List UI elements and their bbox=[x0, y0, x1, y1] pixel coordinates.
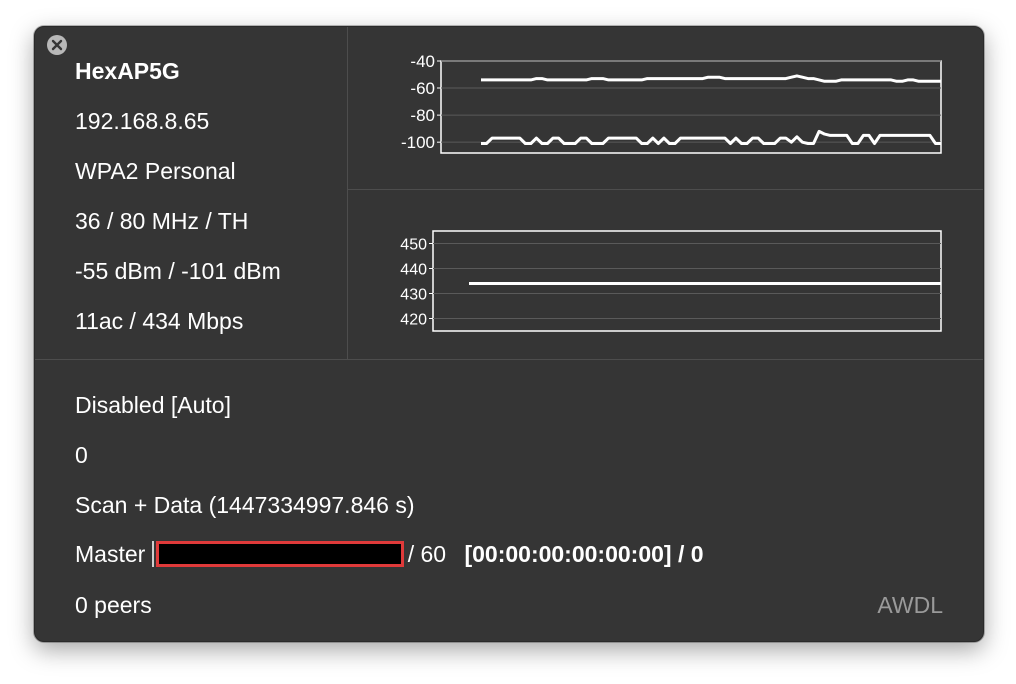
y-tick-label: -40 bbox=[410, 52, 435, 71]
text-cursor bbox=[151, 540, 154, 567]
ip-address: 192.168.8.65 bbox=[75, 108, 210, 134]
y-tick-label: 430 bbox=[400, 287, 427, 304]
signal-noise: -55 dBm / -101 dBm bbox=[75, 258, 281, 284]
y-tick-label: 420 bbox=[400, 312, 427, 329]
y-tick-label: 440 bbox=[400, 262, 427, 279]
awdl-count: 0 bbox=[75, 442, 88, 468]
vertical-divider bbox=[347, 27, 348, 359]
chart-divider bbox=[347, 189, 983, 190]
chart-frame bbox=[432, 230, 942, 332]
awdl-label: AWDL bbox=[877, 592, 943, 618]
wifi-info-panel: HexAP5G 192.168.8.65 WPA2 Personal 36 / … bbox=[34, 26, 984, 642]
mac-info: [00:00:00:00:00:00] / 0 bbox=[464, 541, 704, 567]
y-tick-label: 450 bbox=[400, 237, 427, 254]
peers-count: 0 peers bbox=[75, 592, 152, 618]
awdl-mode: Scan + Data (1447334997.846 s) bbox=[75, 492, 415, 518]
rate-chart: 450 440 430 420 bbox=[375, 217, 955, 332]
awdl-role-line: Master / 60 [00:00:00:00:00:00] / 0 bbox=[75, 540, 704, 569]
phy-rate: 11ac / 434 Mbps bbox=[75, 308, 244, 334]
section-divider bbox=[35, 359, 983, 360]
redacted-field bbox=[155, 540, 404, 567]
y-tick-label: -80 bbox=[410, 106, 435, 125]
signal-chart: -40 -60 -80 -100 bbox=[375, 47, 955, 162]
security-type: WPA2 Personal bbox=[75, 158, 236, 184]
network-ssid: HexAP5G bbox=[75, 58, 180, 84]
close-icon bbox=[51, 39, 63, 51]
role-suffix: / 60 bbox=[407, 541, 447, 567]
y-tick-label: -60 bbox=[410, 79, 435, 98]
channel-info: 36 / 80 MHz / TH bbox=[75, 208, 249, 234]
role-prefix: Master bbox=[75, 541, 146, 567]
close-button[interactable] bbox=[47, 35, 67, 55]
series-line-1 bbox=[481, 74, 941, 83]
y-tick-label: -100 bbox=[401, 133, 435, 152]
awdl-status: Disabled [Auto] bbox=[75, 392, 231, 418]
